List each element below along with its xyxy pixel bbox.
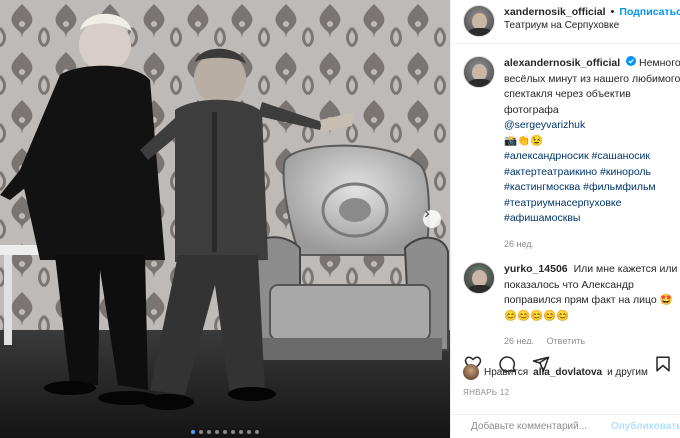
comment-time[interactable]: 26 нед. bbox=[504, 336, 534, 344]
post-date[interactable]: ЯНВАРЬ 12 bbox=[463, 388, 509, 397]
carousel-dot bbox=[223, 430, 227, 434]
list-item: yurko_14506 Или мне кажется или показало… bbox=[463, 262, 680, 344]
comment-username[interactable]: yurko_14506 bbox=[504, 263, 568, 275]
hashtag-line[interactable]: #александрносик #сашаносик bbox=[504, 149, 680, 165]
hashtag-line[interactable]: #афишамосквы bbox=[504, 211, 680, 227]
likes-user[interactable]: alla_dovlatova bbox=[533, 367, 602, 378]
caption-mention[interactable]: @sergeyvarizhuk bbox=[504, 118, 680, 134]
chevron-right-icon bbox=[425, 210, 430, 218]
likes-prefix: Нравится bbox=[484, 366, 529, 378]
avatar[interactable] bbox=[463, 364, 479, 380]
separator-dot: • bbox=[610, 6, 615, 18]
stage-photo-image bbox=[0, 0, 450, 438]
comment-input[interactable] bbox=[471, 421, 603, 432]
post-photo[interactable] bbox=[0, 0, 450, 438]
verified-icon bbox=[626, 56, 637, 66]
follow-button[interactable]: Подписаться bbox=[619, 5, 680, 19]
carousel-next-button[interactable] bbox=[423, 210, 441, 228]
carousel-dot bbox=[191, 430, 195, 434]
bookmark-icon bbox=[656, 356, 670, 372]
likes-others[interactable]: и другим bbox=[607, 367, 648, 378]
reply-button[interactable]: Ответить bbox=[547, 336, 585, 344]
carousel-dot bbox=[231, 430, 235, 434]
header-username[interactable]: xandernosik_official bbox=[504, 5, 606, 19]
avatar[interactable] bbox=[463, 56, 495, 88]
carousel-dots bbox=[0, 430, 450, 434]
caption: alexandernosik_official Немного весёлых … bbox=[463, 56, 680, 252]
caption-username[interactable]: alexandernosik_official bbox=[504, 57, 620, 69]
carousel-dot bbox=[199, 430, 203, 434]
carousel-dot bbox=[207, 430, 211, 434]
caption-emojis: 📸👏😉 bbox=[504, 134, 544, 147]
hashtag-line[interactable]: #кастингмосква #фильмфильм bbox=[504, 180, 680, 196]
avatar[interactable] bbox=[463, 262, 495, 294]
avatar[interactable] bbox=[463, 5, 495, 37]
post-header: xandernosik_official • Подписаться Театр… bbox=[451, 0, 680, 44]
comments-list[interactable]: alexandernosik_official Немного весёлых … bbox=[451, 44, 680, 344]
add-comment-bar: Опубликовать bbox=[451, 414, 680, 438]
likes-summary: Нравится alla_dovlatova и другим bbox=[463, 364, 648, 380]
location-link[interactable]: Театриум на Серпуховке bbox=[504, 19, 680, 33]
save-button[interactable] bbox=[653, 354, 673, 374]
caption-time[interactable]: 26 нед. bbox=[504, 239, 534, 249]
carousel-dot bbox=[215, 430, 219, 434]
hashtag-line[interactable]: #актертеатраикино #кинороль bbox=[504, 165, 680, 181]
hashtag-line[interactable]: #театриумнасерпуховке bbox=[504, 196, 680, 212]
post-side-panel: xandernosik_official • Подписаться Театр… bbox=[450, 0, 680, 438]
carousel-dot bbox=[239, 430, 243, 434]
carousel-dot bbox=[247, 430, 251, 434]
carousel-dot bbox=[255, 430, 259, 434]
publish-button[interactable]: Опубликовать bbox=[611, 421, 680, 432]
comment-emojis: 😊😊😊😊😊 bbox=[504, 309, 570, 322]
